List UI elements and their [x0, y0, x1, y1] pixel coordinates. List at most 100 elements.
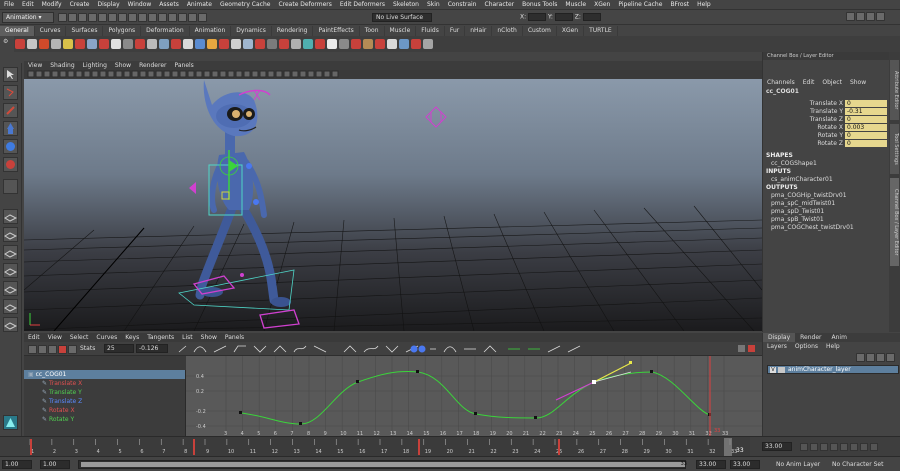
snap-grid-icon[interactable]	[118, 13, 127, 22]
outliner-item[interactable]: ✎ Translate X	[24, 379, 185, 388]
input-node[interactable]: cs_animCharacter01	[763, 176, 889, 184]
shelf-tab-general[interactable]: General	[0, 26, 35, 36]
viewport-menu-panels[interactable]: Panels	[170, 62, 197, 69]
render-icon[interactable]	[168, 13, 177, 22]
ipr-icon[interactable]	[178, 13, 187, 22]
layer-visibility-toggle[interactable]: V	[770, 367, 776, 373]
shelf-tab-toon[interactable]: Toon	[360, 26, 385, 36]
stats-value-field[interactable]: -0.126	[136, 344, 168, 353]
output-node[interactable]: pma_spB_Twist01	[763, 216, 889, 224]
graph-menu-list[interactable]: List	[178, 334, 197, 341]
step-forward-icon[interactable]	[860, 443, 868, 451]
graph-menu-edit[interactable]: Edit	[24, 334, 44, 341]
snap-curve-icon[interactable]	[128, 13, 137, 22]
lasso-tool-icon[interactable]	[3, 85, 18, 100]
attribute-editor-tab[interactable]: Attribute Editor	[890, 60, 899, 120]
output-node[interactable]: pma_COGHip_twistDrv01	[763, 192, 889, 200]
menu-create-deformers[interactable]: Create Deformers	[274, 1, 335, 8]
menu-file[interactable]: File	[0, 1, 18, 8]
snap-point-icon[interactable]	[138, 13, 147, 22]
toggle-outliner-icon[interactable]	[876, 12, 885, 21]
move-key-icon[interactable]	[28, 345, 37, 354]
shelf-tool-icon[interactable]	[219, 39, 229, 49]
shelf-tool-icon[interactable]	[123, 39, 133, 49]
save-scene-icon[interactable]	[78, 13, 87, 22]
playback-end-field[interactable]: 33.00	[730, 460, 760, 469]
graph-menu-curves[interactable]: Curves	[92, 334, 121, 341]
last-tool-icon[interactable]	[3, 179, 18, 194]
menu-display[interactable]: Display	[94, 1, 124, 8]
shelf-tool-icon[interactable]	[195, 39, 205, 49]
layer-tab-display[interactable]: Display	[763, 333, 796, 342]
output-node[interactable]: pma_spC_midTwist01	[763, 200, 889, 208]
current-time-field[interactable]: 33.00	[762, 442, 792, 451]
channel-menu-channels[interactable]: Channels	[763, 79, 799, 86]
menu-create[interactable]: Create	[66, 1, 94, 8]
perspective-viewport[interactable]	[24, 70, 762, 331]
outliner-item[interactable]: ✎ Translate Z	[24, 397, 185, 406]
play-forward-icon[interactable]	[840, 443, 848, 451]
menu-modify[interactable]: Modify	[38, 1, 66, 8]
layout-side-icon[interactable]	[3, 245, 18, 260]
shelf-tool-icon[interactable]	[291, 39, 301, 49]
toggle-channel-box-icon[interactable]	[866, 12, 875, 21]
graph-curve-area[interactable]: 0.4 0.2 -0.2 -0.4 3 4 5 6 7 8 9 10 11 12 13 14 15 16 17 18…	[186, 356, 762, 436]
menu-animate[interactable]: Animate	[183, 1, 216, 8]
channel-box-tab[interactable]: Channel Box / Layer Editor	[890, 178, 899, 266]
shelf-tab-animation[interactable]: Animation	[190, 26, 232, 36]
menu-pipeline-cache[interactable]: Pipeline Cache	[614, 1, 666, 8]
shelf-tool-icon[interactable]	[147, 39, 157, 49]
output-node[interactable]: pma_spD_Twist01	[763, 208, 889, 216]
select-hierarchy-icon[interactable]	[88, 13, 97, 22]
channel-value-field[interactable]: 0.003	[845, 124, 887, 131]
shelf-menu[interactable]: ⚙	[0, 36, 14, 52]
shelf-tool-icon[interactable]	[363, 39, 373, 49]
shelf-tab-polygons[interactable]: Polygons	[103, 26, 142, 36]
shelf-tab-fluids[interactable]: Fluids	[416, 26, 445, 36]
step-forward-key-icon[interactable]	[850, 443, 858, 451]
stats-frame-field[interactable]: 25	[104, 344, 134, 353]
render-settings-icon[interactable]	[188, 13, 197, 22]
layer-color-swatch[interactable]	[778, 367, 785, 373]
channel-value-field[interactable]: 0	[845, 140, 887, 147]
viewport-menu-show[interactable]: Show	[111, 62, 135, 69]
character-rig[interactable]	[178, 80, 300, 329]
shelf-tool-icon[interactable]	[63, 39, 73, 49]
shelf-tool-icon[interactable]	[255, 39, 265, 49]
shelf-tool-icon[interactable]	[315, 39, 325, 49]
new-layer-selected-icon[interactable]	[866, 353, 875, 362]
region-icon[interactable]	[68, 345, 77, 354]
shelf-tool-icon[interactable]	[279, 39, 289, 49]
history-icon[interactable]	[158, 13, 167, 22]
graph-menu-tangents[interactable]: Tangents	[143, 334, 178, 341]
y-field[interactable]	[554, 13, 573, 21]
start-time-field[interactable]: 1.00	[2, 460, 32, 469]
z-field[interactable]	[582, 13, 601, 21]
viewport-menu-renderer[interactable]: Renderer	[135, 62, 170, 69]
outliner-item[interactable]: ✎ Rotate X	[24, 406, 185, 415]
go-start-icon[interactable]	[800, 443, 808, 451]
channel-row[interactable]: Translate Y -0.31	[763, 108, 889, 116]
shelf-tab-curves[interactable]: Curves	[35, 26, 67, 36]
menu-character[interactable]: Character	[481, 1, 519, 8]
shelf-tool-icon[interactable]	[327, 39, 337, 49]
shelf-tool-icon[interactable]	[411, 39, 421, 49]
shelf-tab-surfaces[interactable]: Surfaces	[66, 26, 104, 36]
shelf-tool-icon[interactable]	[267, 39, 277, 49]
shelf-tool-icon[interactable]	[399, 39, 409, 49]
shelf-tool-icon[interactable]	[75, 39, 85, 49]
add-key-icon[interactable]	[48, 345, 57, 354]
shelf-tool-icon[interactable]	[171, 39, 181, 49]
channel-value-field[interactable]: 0	[845, 100, 887, 107]
select-object-icon[interactable]	[98, 13, 107, 22]
menu-geometry-cache[interactable]: Geometry Cache	[216, 1, 274, 8]
layout-single-icon[interactable]	[3, 209, 18, 224]
channel-row[interactable]: Translate Z0	[763, 116, 889, 124]
range-handle[interactable]	[81, 462, 685, 467]
scale-tool-icon[interactable]	[3, 157, 18, 172]
playback-start-field[interactable]: 1.00	[40, 460, 70, 469]
menu-xgen[interactable]: XGen	[590, 1, 614, 8]
graph-menu-keys[interactable]: Keys	[121, 334, 143, 341]
shelf-tool-icon[interactable]	[231, 39, 241, 49]
floating-locator[interactable]	[425, 106, 447, 128]
